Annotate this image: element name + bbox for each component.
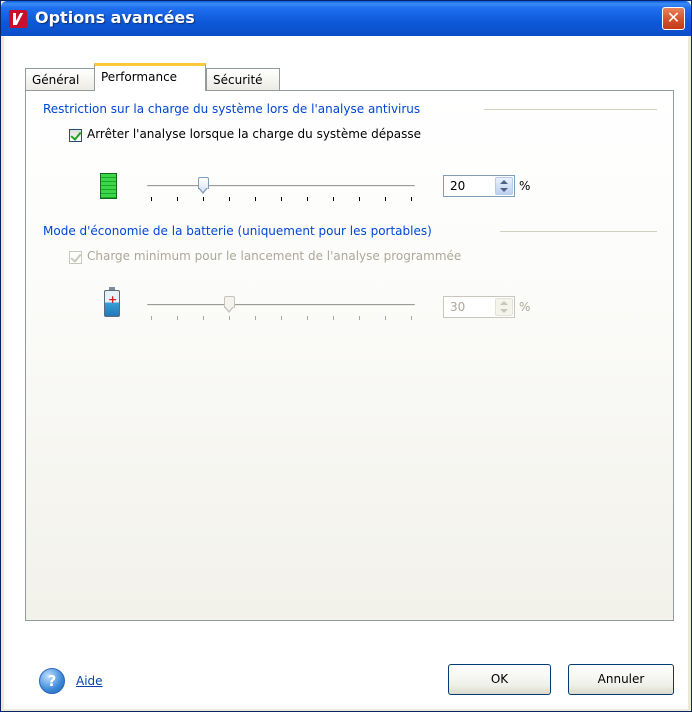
checkmark-icon: [70, 129, 82, 141]
slider-tick-mark: [411, 197, 412, 201]
slider-tick-mark: [229, 316, 230, 320]
stop-scan-checkbox[interactable]: [69, 129, 82, 142]
group-divider: [500, 231, 657, 232]
group-heading-load-restriction: Restriction sur la charge du système lor…: [43, 102, 421, 116]
slider-tick-mark: [255, 316, 256, 320]
battery-minimum-label[interactable]: Charge minimum pour le lancement de l'an…: [87, 249, 461, 263]
slider-tick-mark: [333, 316, 334, 320]
cpu-load-slider[interactable]: [147, 177, 417, 203]
slider-tick-mark: [385, 316, 386, 320]
window-title: Options avancées: [35, 8, 195, 27]
battery-threshold-slider[interactable]: [147, 296, 417, 322]
slider-tick-mark: [359, 316, 360, 320]
tab-performance[interactable]: Performance: [94, 63, 206, 91]
cancel-button[interactable]: Annuler: [568, 664, 674, 695]
slider-tick-mark: [281, 197, 282, 201]
slider-tick-mark: [359, 197, 360, 201]
slider-tick-mark: [281, 316, 282, 320]
slider-tick-mark: [203, 197, 204, 201]
slider-track: [147, 185, 415, 188]
slider-tick-mark: [333, 197, 334, 201]
tab-general[interactable]: Général: [25, 68, 95, 90]
percent-unit: %: [519, 300, 531, 314]
group-heading-battery-mode: Mode d'économie de la batterie (uniqueme…: [43, 224, 432, 238]
slider-tick-mark: [385, 197, 386, 201]
slider-tick-mark: [307, 197, 308, 201]
slider-tick-mark: [177, 197, 178, 201]
tab-panel-performance: Restriction sur la charge du système lor…: [25, 90, 674, 621]
cpu-load-spinbox[interactable]: 20: [443, 175, 515, 197]
slider-tick-mark: [229, 197, 230, 201]
slider-thumb[interactable]: [224, 296, 235, 314]
battery-icon: +: [104, 287, 120, 317]
stop-scan-label[interactable]: Arrêter l'analyse lorsque la charge du s…: [87, 127, 421, 141]
title-bar[interactable]: Options avancées ✕: [1, 1, 691, 36]
tab-securite[interactable]: Sécurité: [206, 68, 280, 90]
dialog-client-area: Général Performance Sécurité Restriction…: [4, 36, 688, 709]
battery-threshold-value[interactable]: 30: [450, 300, 465, 314]
slider-tick-mark: [307, 316, 308, 320]
dialog-window: Options avancées ✕ Général Performance S…: [0, 0, 692, 712]
slider-tick-mark: [255, 197, 256, 201]
slider-track: [147, 304, 415, 307]
percent-unit: %: [519, 179, 531, 193]
help-link[interactable]: Aide: [76, 674, 103, 688]
ok-button[interactable]: OK: [448, 664, 551, 695]
cpu-load-gauge-icon: [100, 173, 117, 199]
spin-up-down-icon[interactable]: [495, 177, 513, 195]
close-button[interactable]: ✕: [662, 7, 685, 30]
battery-threshold-spinbox[interactable]: 30: [443, 296, 515, 318]
slider-thumb[interactable]: [198, 177, 209, 195]
slider-tick-mark: [411, 316, 412, 320]
slider-tick-mark: [151, 197, 152, 201]
group-divider: [484, 109, 657, 110]
slider-tick-mark: [177, 316, 178, 320]
battery-minimum-checkbox[interactable]: [69, 251, 82, 264]
kaspersky-logo-icon: [9, 10, 27, 28]
spin-up-down-icon[interactable]: [495, 298, 513, 316]
cpu-load-value[interactable]: 20: [450, 179, 465, 193]
help-icon[interactable]: ?: [39, 668, 65, 694]
checkmark-icon: [70, 251, 82, 263]
slider-tick-mark: [203, 316, 204, 320]
slider-tick-mark: [151, 316, 152, 320]
